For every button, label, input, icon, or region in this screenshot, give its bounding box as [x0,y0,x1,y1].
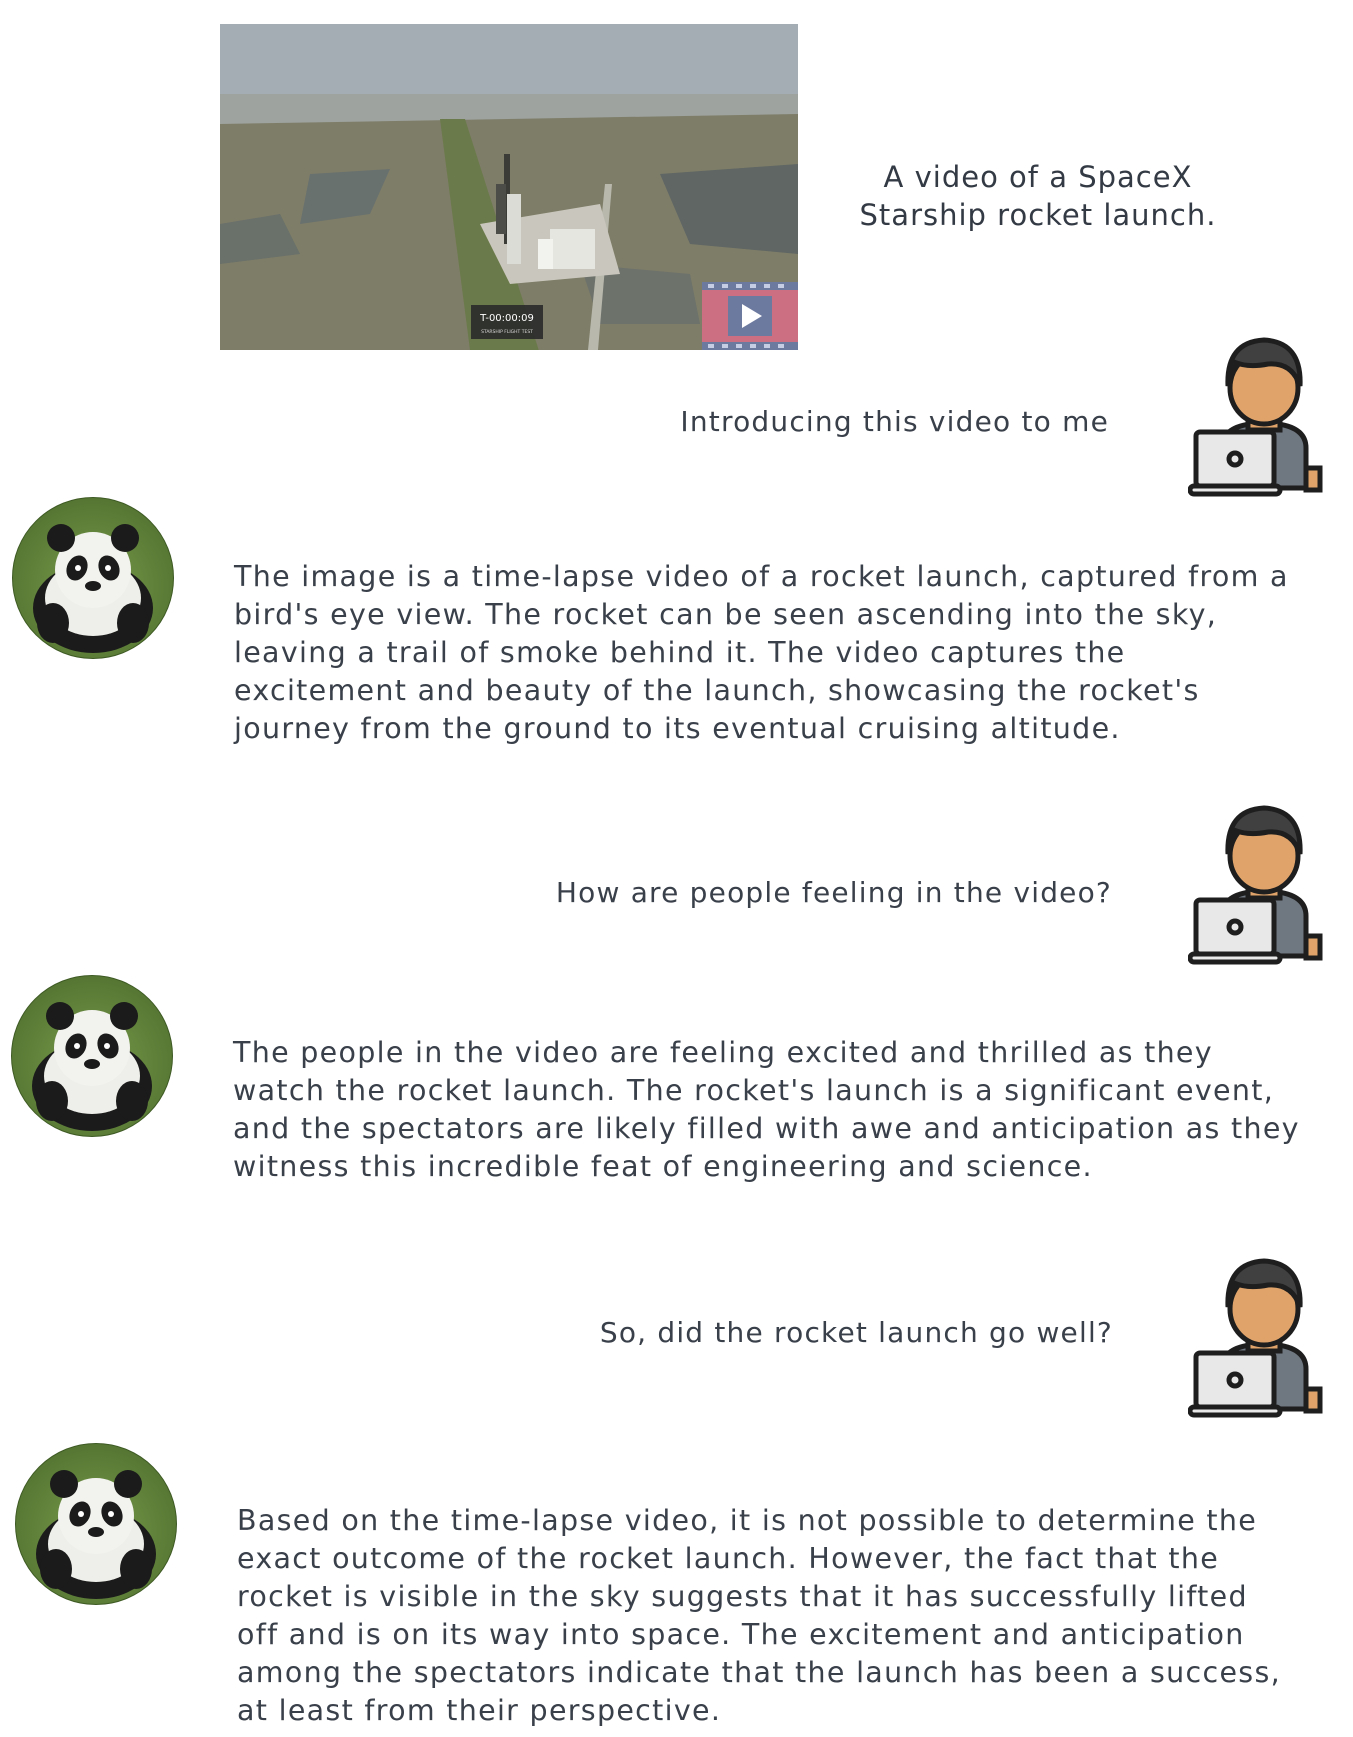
user-laptop-icon [1188,805,1323,965]
panda-avatar-icon [15,1443,177,1605]
panda-avatar-icon [11,975,173,1137]
video-caption: A video of a SpaceX Starship rocket laun… [859,160,1217,232]
video-timecode: T-00:00:09 [479,313,534,324]
user-message: Introducing this video to me [680,405,1109,438]
video-thumbnail[interactable]: T-00:00:09 STARSHIP FLIGHT TEST [220,24,798,350]
assistant-message: Based on the time-lapse video, it is not… [237,1504,1281,1727]
assistant-message: The image is a time-lapse video of a roc… [234,560,1289,745]
assistant-message: The people in the video are feeling exci… [233,1036,1300,1183]
user-laptop-icon [1188,1258,1323,1418]
user-message: How are people feeling in the video? [555,876,1112,909]
user-message: So, did the rocket launch go well? [599,1316,1113,1349]
play-video-icon[interactable] [702,282,798,350]
video-subtitle: STARSHIP FLIGHT TEST [481,329,533,335]
user-laptop-icon [1188,337,1323,497]
panda-avatar-icon [12,497,174,659]
